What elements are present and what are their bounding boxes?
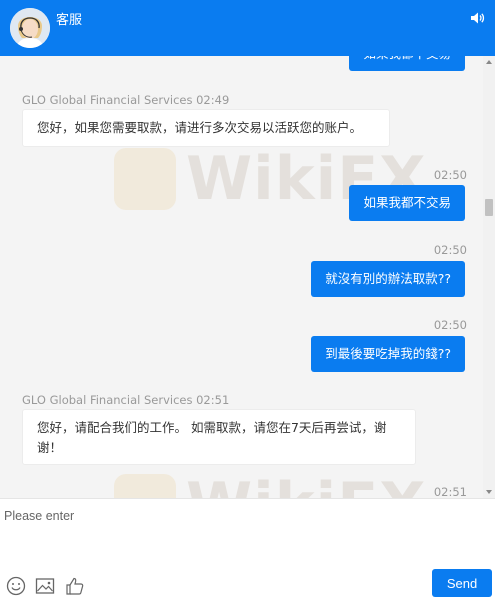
message-time: 02:50 xyxy=(433,318,467,332)
message-sender-time: GLO Global Financial Services 02:51 xyxy=(22,393,230,407)
send-button[interactable]: Send xyxy=(432,569,492,597)
message-sender-time: GLO Global Financial Services 02:49 xyxy=(22,93,230,107)
message-bubble-incoming: 您好，如果您需要取款，请进行多次交易以活跃您的账户。 xyxy=(22,109,390,147)
chat-scrollbar[interactable] xyxy=(483,56,495,498)
message-time: 02:51 xyxy=(433,485,467,498)
message-bubble-incoming: 您好，请配合我们的工作。 如需取款，请您在7天后再尝试，谢谢！ xyxy=(22,409,416,465)
image-icon[interactable] xyxy=(35,576,55,596)
message-bubble-outgoing: 到最後要吃掉我的錢?? xyxy=(311,336,465,372)
message-bubble-outgoing: 如果我都不交易 xyxy=(349,56,465,71)
scroll-down-icon[interactable] xyxy=(486,490,492,494)
support-agent-avatar xyxy=(10,8,50,48)
message-time: 02:50 xyxy=(433,168,467,182)
chat-title: 客服 xyxy=(56,13,83,28)
speaker-icon[interactable] xyxy=(469,10,485,26)
chat-header: 客服 xyxy=(0,0,495,56)
wikifx-watermark: WikiFX xyxy=(114,470,426,498)
message-input[interactable] xyxy=(4,505,474,573)
message-time: 02:50 xyxy=(433,243,467,257)
message-bubble-outgoing: 就沒有別的辦法取款?? xyxy=(311,261,465,297)
scrollbar-thumb[interactable] xyxy=(485,199,493,216)
thumbs-up-icon[interactable] xyxy=(65,576,85,596)
scroll-up-icon[interactable] xyxy=(486,60,492,64)
message-bubble-outgoing: 如果我都不交易 xyxy=(349,185,465,221)
smile-icon[interactable] xyxy=(6,576,26,596)
message-composer: Send xyxy=(0,498,495,597)
chat-history[interactable]: 如果我都不交易 WikiFX WikiFX GLO Global Financi… xyxy=(0,56,483,498)
